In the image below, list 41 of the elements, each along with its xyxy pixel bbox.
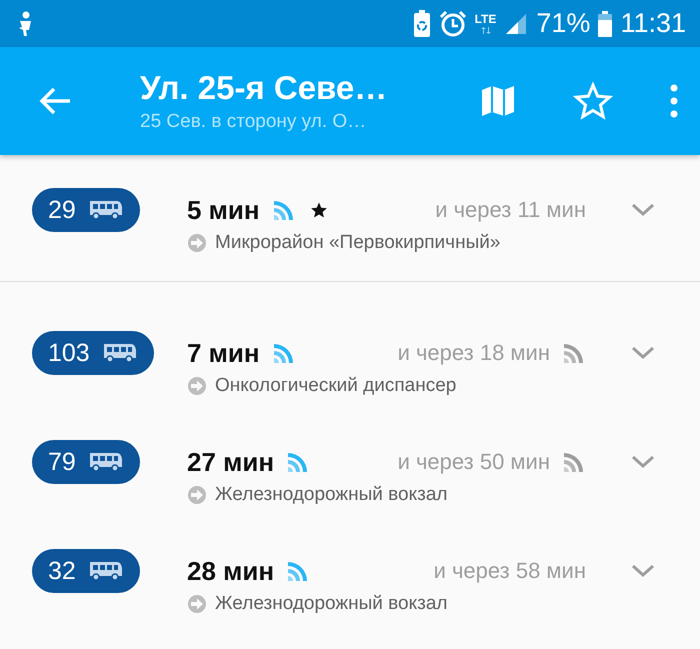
next-arrival-time: и через 50 мин xyxy=(398,449,550,475)
star-icon[interactable] xyxy=(573,81,613,121)
direction-icon xyxy=(187,376,207,396)
arrival-time: 5 мин xyxy=(187,194,260,226)
next-arrival-time: и через 11 мин xyxy=(435,197,586,223)
battery-saver-icon xyxy=(412,10,431,38)
battery-percent: 71% xyxy=(536,8,590,39)
route-badge[interactable]: 103 xyxy=(32,331,154,375)
back-arrow-icon[interactable] xyxy=(38,86,72,116)
stop-title: Ул. 25-я Севе… xyxy=(140,69,388,107)
menu-icon[interactable] xyxy=(669,84,679,118)
destination-text: Онкологический диспансер xyxy=(215,375,456,397)
signal-icon xyxy=(504,12,528,36)
destination-text: Микрорайон «Первокирпичный» xyxy=(215,232,500,254)
bus-icon xyxy=(88,560,124,582)
destination-text: Железнодорожный вокзал xyxy=(215,593,448,615)
alarm-clock-icon xyxy=(438,10,467,38)
data-arrows-icon xyxy=(480,27,492,34)
stop-subtitle: 25 Сев. в сторону ул. О… xyxy=(140,111,368,133)
direction-icon xyxy=(187,233,207,253)
bus-icon xyxy=(88,451,124,473)
next-arrival-time: и через 58 мин xyxy=(434,558,586,584)
destination-text: Железнодорожный вокзал xyxy=(215,484,448,506)
next-arrival-time: и через 18 мин xyxy=(398,340,550,366)
bus-icon xyxy=(88,199,124,221)
bus-icon xyxy=(102,342,138,364)
network-type-text: LTE xyxy=(474,13,496,25)
arrival-time: 7 мин xyxy=(187,338,260,368)
route-row[interactable]: 32 28 мин и через 58 мин Железнодорожный вокзал xyxy=(0,530,700,639)
battery-icon xyxy=(598,10,612,36)
direction-icon xyxy=(187,594,207,614)
arrival-time: 27 мин xyxy=(187,446,274,478)
direction-icon xyxy=(187,485,207,505)
route-row[interactable]: 29 5 мин и через 11 мин Микрорайон «Первокирпичный» xyxy=(0,169,700,278)
route-badge[interactable]: 29 xyxy=(32,188,140,232)
route-badge[interactable]: 79 xyxy=(32,440,140,484)
route-badge[interactable]: 32 xyxy=(32,549,140,593)
route-row[interactable]: 79 27 мин и через 50 мин Железнодорожный вокзал xyxy=(0,421,700,530)
route-row[interactable]: 103 7 мин и через 18 мин Онкологический диспансер xyxy=(0,312,700,421)
arrival-time: 28 мин xyxy=(187,556,274,586)
clock-time: 11:31 xyxy=(620,8,686,39)
